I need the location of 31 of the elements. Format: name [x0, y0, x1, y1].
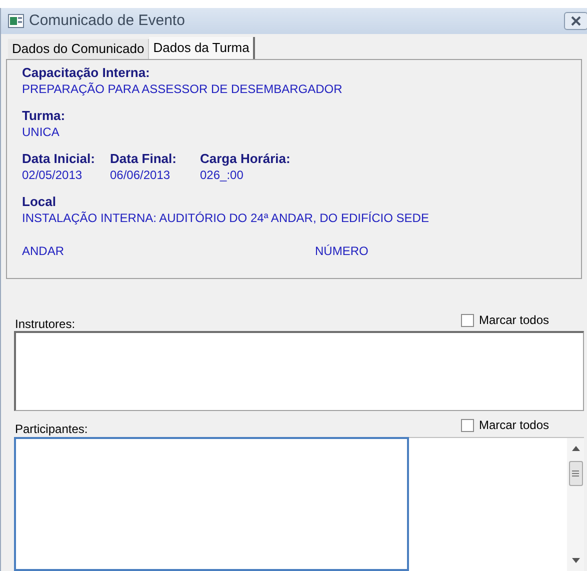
list-label: Instrutores: [15, 317, 76, 331]
field-label: NÚMERO [315, 243, 368, 259]
mark-all-checkbox[interactable]: Marcar todos [460, 311, 549, 329]
participants-list[interactable] [14, 437, 409, 571]
field-label: ANDAR [22, 243, 66, 259]
field-label: Turma: [22, 108, 66, 124]
window-app-icon [8, 14, 24, 28]
instructors-list[interactable] [14, 331, 584, 411]
field-label: Carga Horária: [200, 151, 292, 167]
close-icon [571, 16, 581, 26]
scroll-down-icon[interactable] [572, 558, 580, 563]
grip-icon [572, 470, 579, 477]
field-label: Data Final: [110, 151, 178, 167]
field-value: 02/05/2013 [22, 167, 84, 183]
field-value: UNICA [22, 124, 60, 140]
field-value: 026_:00 [200, 167, 244, 183]
field-label: Capacitação Interna: [22, 65, 151, 81]
mark-all-checkbox[interactable]: Marcar todos [460, 416, 549, 434]
window-title: Comunicado de Evento [29, 10, 185, 31]
field-label: Local [22, 194, 57, 210]
field-label: Data Inicial: [22, 151, 96, 167]
scrollbar[interactable] [567, 438, 584, 571]
tab[interactable]: Dados do Comunicado [8, 39, 150, 59]
list-label: Participantes: [15, 422, 88, 436]
field-value: INSTALAÇÃO INTERNA: AUDITÓRIO DO 24ª ANDAR, DO EDIFÍCIO SEDE [22, 210, 430, 226]
field-value: PREPARAÇÃO PARA ASSESSOR DE DESEMBARGADOR [22, 81, 344, 97]
scroll-thumb[interactable] [568, 461, 582, 486]
close-button[interactable] [564, 12, 587, 30]
scroll-up-icon[interactable] [572, 446, 580, 451]
tab[interactable]: Dados da Turma [149, 37, 256, 59]
field-value: 06/06/2013 [110, 167, 172, 183]
